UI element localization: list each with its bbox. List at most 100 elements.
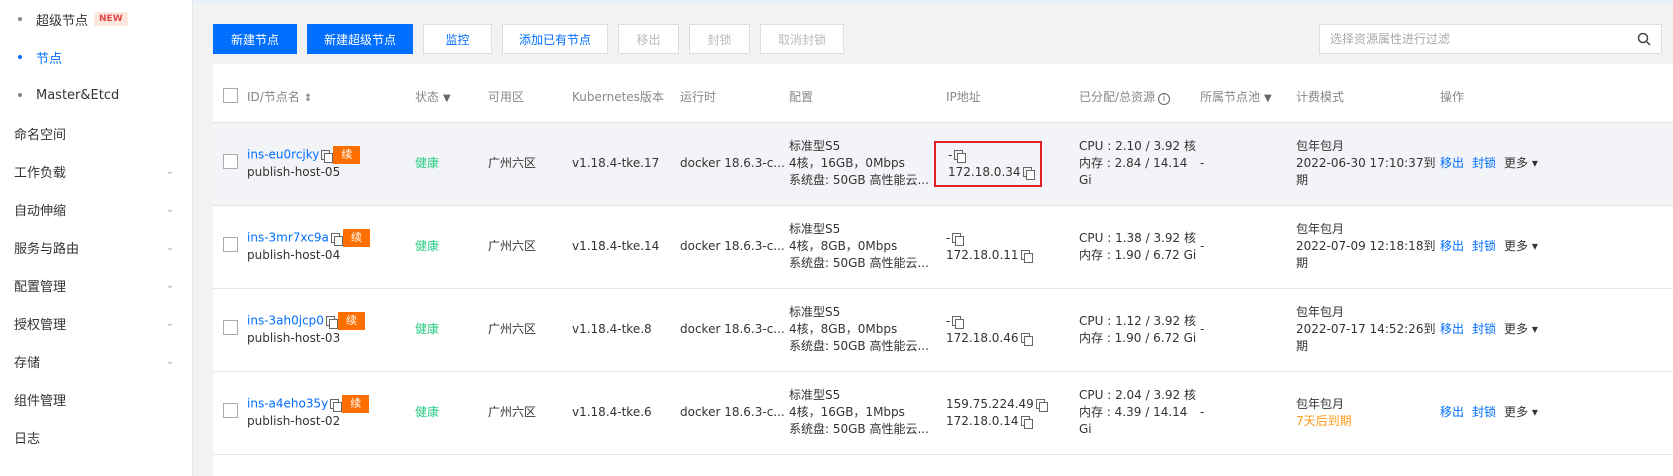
- sidebar-item-workload[interactable]: 工作负载 ⌄: [0, 152, 192, 190]
- node-id-link[interactable]: ins-eu0rcjky: [247, 148, 319, 162]
- pool-text: -: [1200, 371, 1296, 455]
- config-cell: 标准型S5 4核，16GB，1Mbps 系统盘: 50GB 高性能云...: [789, 371, 946, 455]
- alloc-cell: CPU : 1.12 / 3.92 核 内存 : 1.90 / 6.72 Gi: [1079, 288, 1200, 372]
- copy-icon[interactable]: [330, 233, 343, 246]
- col-header-zone: 可用区: [488, 64, 572, 123]
- node-table-card: ID/节点名 ⇕ 状态 ▼ 可用区 Kubernetes版本 运行时 配置 IP地址…: [213, 64, 1673, 476]
- search-box[interactable]: [1319, 24, 1662, 54]
- copy-icon[interactable]: [1020, 250, 1033, 263]
- col-header-runtime: 运行时: [680, 64, 789, 123]
- node-id-link[interactable]: ins-3mr7xc9a: [247, 231, 329, 245]
- col-header-pool[interactable]: 所属节点池 ▼: [1200, 64, 1296, 123]
- k8s-version: v1.18.4-tke.8: [572, 288, 680, 372]
- copy-icon[interactable]: [1020, 333, 1033, 346]
- table-row: ins-eu0rcjky 续 publish-host-05 健康 广州六区 v1…: [213, 122, 1673, 206]
- new-super-node-button[interactable]: 新建超级节点: [307, 24, 413, 54]
- sidebar-item-label: 授权管理: [14, 317, 67, 333]
- copy-icon[interactable]: [952, 233, 965, 246]
- ip-cell: 159.75.224.49 172.18.0.14: [946, 371, 1079, 455]
- billing-cell: 包年包月 2022-07-17 14:52:26到期: [1296, 288, 1440, 372]
- chevron-down-icon: ⌄: [165, 279, 174, 291]
- filter-icon[interactable]: ▼: [1264, 93, 1272, 104]
- remove-link[interactable]: 移出: [1440, 322, 1464, 336]
- search-icon[interactable]: [1637, 32, 1651, 46]
- renew-badge[interactable]: 续: [333, 146, 361, 164]
- renew-badge[interactable]: 续: [342, 229, 370, 247]
- table-row: ins-a4eho35y 续 publish-host-02 健康 广州六区 v1…: [213, 371, 1673, 455]
- row-checkbox[interactable]: [223, 153, 238, 169]
- runtime-text: docker 18.6.3-c...: [680, 205, 789, 289]
- row-checkbox[interactable]: [223, 236, 238, 252]
- table-row: ins-3mr7xc9a 续 publish-host-04 健康 广州六区 v1…: [213, 205, 1673, 289]
- sidebar-subitem-master-etcd[interactable]: Master&Etcd: [0, 76, 192, 114]
- node-id-link[interactable]: ins-3ah0jcp0: [247, 314, 324, 328]
- sidebar-subitem-label: 超级节点: [36, 13, 89, 29]
- remove-link[interactable]: 移出: [1440, 239, 1464, 253]
- new-node-button[interactable]: 新建节点: [213, 24, 297, 54]
- cordon-link[interactable]: 封锁: [1472, 322, 1496, 336]
- copy-icon[interactable]: [1035, 399, 1048, 412]
- renew-badge[interactable]: 续: [342, 395, 370, 413]
- config-cell: 标准型S5 4核，16GB，0Mbps 系统盘: 50GB 高性能云...: [789, 122, 946, 206]
- uncordon-button[interactable]: 取消封锁: [760, 24, 844, 54]
- node-id-link[interactable]: ins-a4eho35y: [247, 397, 328, 411]
- more-menu[interactable]: 更多 ▾: [1504, 156, 1538, 170]
- copy-icon[interactable]: [325, 316, 338, 329]
- config-cell: 标准型S5 4核，8GB，0Mbps 系统盘: 50GB 高性能云...: [789, 288, 946, 372]
- remove-link[interactable]: 移出: [1440, 405, 1464, 419]
- copy-icon[interactable]: [1022, 167, 1035, 180]
- top-divider: [194, 0, 1673, 4]
- sidebar-item-service-route[interactable]: 服务与路由 ⌄: [0, 228, 192, 266]
- node-table: ID/节点名 ⇕ 状态 ▼ 可用区 Kubernetes版本 运行时 配置 IP地址…: [213, 64, 1673, 455]
- cordon-link[interactable]: 封锁: [1472, 405, 1496, 419]
- sidebar-item-auth[interactable]: 授权管理 ⌄: [0, 304, 192, 342]
- ops-cell: 移出 封锁 更多 ▾: [1440, 371, 1673, 455]
- sort-icon[interactable]: ⇕: [304, 93, 312, 104]
- remove-link[interactable]: 移出: [1440, 156, 1464, 170]
- search-input[interactable]: [1330, 32, 1637, 46]
- copy-icon[interactable]: [954, 150, 967, 163]
- monitor-button[interactable]: 监控: [423, 24, 492, 54]
- renew-badge[interactable]: 续: [337, 312, 365, 330]
- more-menu[interactable]: 更多 ▾: [1504, 239, 1538, 253]
- select-all-checkbox[interactable]: [223, 87, 238, 103]
- status-text: 健康: [415, 288, 488, 372]
- k8s-version: v1.18.4-tke.6: [572, 371, 680, 455]
- sidebar-item-label: 命名空间: [14, 127, 67, 143]
- zone-text: 广州六区: [488, 371, 572, 455]
- sidebar-item-storage[interactable]: 存储 ⌄: [0, 342, 192, 380]
- main-content: 新建节点 新建超级节点 监控 添加已有节点 移出 封锁 取消封锁 ID/节点名⇕: [194, 0, 1673, 476]
- cordon-link[interactable]: 封锁: [1472, 156, 1496, 170]
- copy-icon[interactable]: [1020, 416, 1033, 429]
- filter-icon[interactable]: ▼: [443, 93, 451, 104]
- ops-cell: 移出 封锁 更多 ▾: [1440, 122, 1673, 206]
- col-header-billing: 计费模式: [1296, 64, 1440, 123]
- more-menu[interactable]: 更多 ▾: [1504, 405, 1538, 419]
- sidebar-item-namespace[interactable]: 命名空间: [0, 114, 192, 152]
- col-header-id[interactable]: ID/节点名 ⇕: [247, 64, 415, 123]
- row-checkbox[interactable]: [223, 402, 238, 418]
- info-icon[interactable]: i: [1158, 93, 1171, 106]
- sidebar-item-logs[interactable]: 日志: [0, 418, 192, 456]
- add-existing-node-button[interactable]: 添加已有节点: [502, 24, 608, 54]
- sidebar-subitem-node[interactable]: 节点: [0, 38, 192, 76]
- row-checkbox[interactable]: [223, 319, 238, 335]
- copy-icon[interactable]: [321, 150, 334, 163]
- remove-button[interactable]: 移出: [618, 24, 679, 54]
- col-header-status[interactable]: 状态 ▼: [415, 64, 488, 123]
- copy-icon[interactable]: [330, 399, 343, 412]
- sidebar-item-config[interactable]: 配置管理 ⌄: [0, 266, 192, 304]
- k8s-version: v1.18.4-tke.17: [572, 122, 680, 206]
- sidebar-item-components[interactable]: 组件管理: [0, 380, 192, 418]
- copy-icon[interactable]: [952, 316, 965, 329]
- status-text: 健康: [415, 371, 488, 455]
- sidebar-subitem-label: Master&Etcd: [36, 87, 120, 103]
- node-name: publish-host-03: [247, 331, 341, 345]
- cordon-button[interactable]: 封锁: [689, 24, 750, 54]
- node-name: publish-host-05: [247, 165, 341, 179]
- more-menu[interactable]: 更多 ▾: [1504, 322, 1538, 336]
- sidebar-subitem-super-node[interactable]: 超级节点 NEW: [0, 0, 192, 38]
- ip-cell: - 172.18.0.11: [946, 205, 1079, 289]
- cordon-link[interactable]: 封锁: [1472, 239, 1496, 253]
- sidebar-item-autoscaling[interactable]: 自动伸缩 ⌄: [0, 190, 192, 228]
